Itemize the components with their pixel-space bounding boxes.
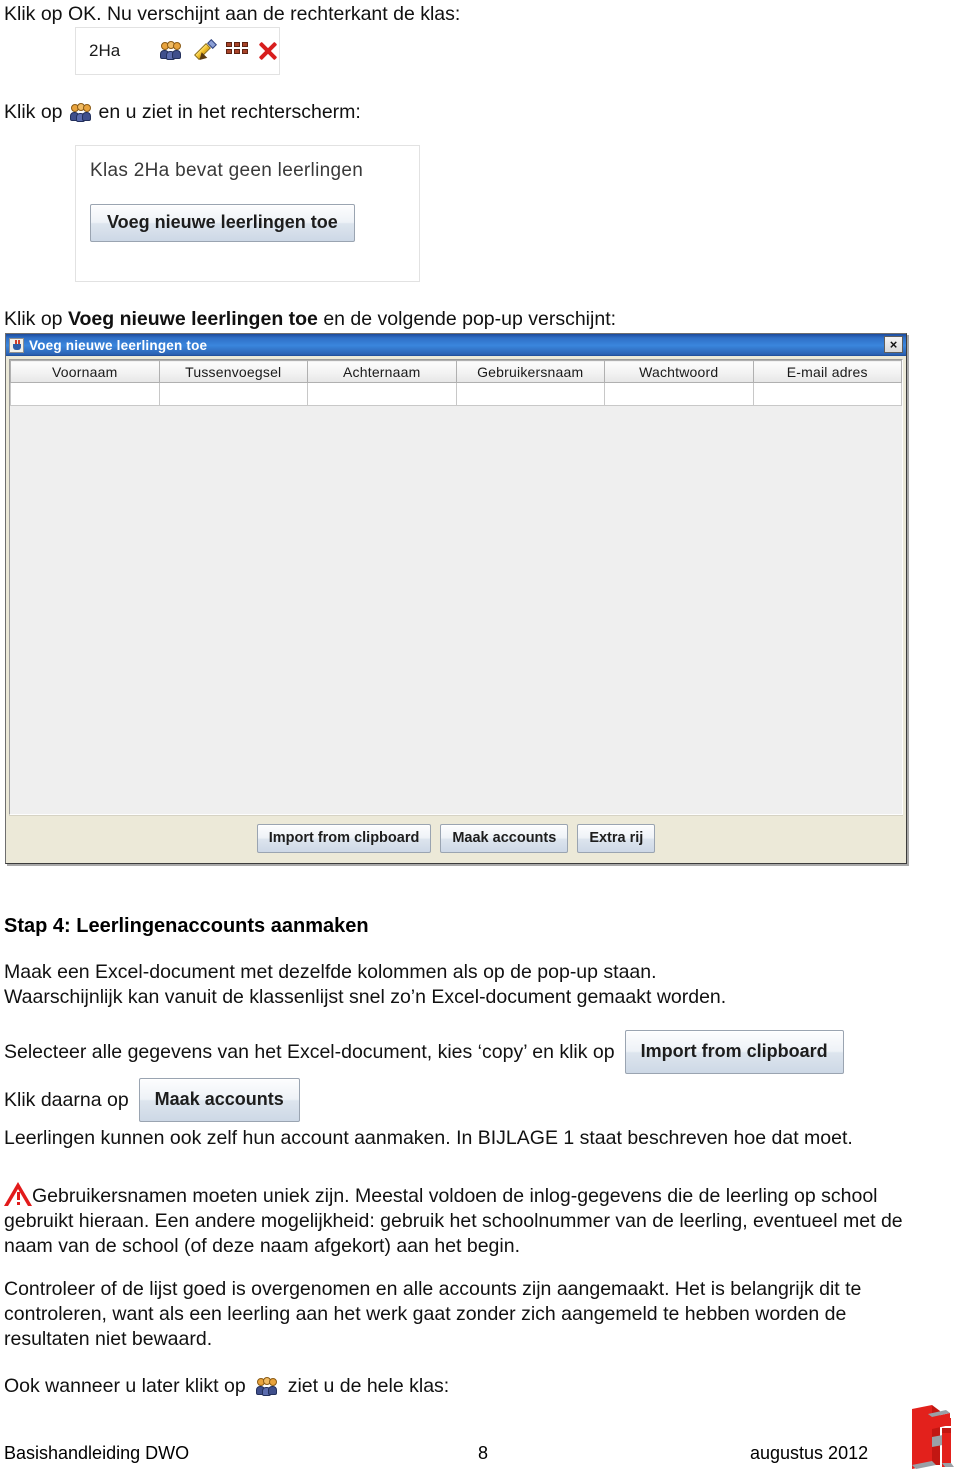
pencil-icon[interactable] [193, 39, 218, 63]
popup-title: Voeg nieuwe leerlingen toe [29, 337, 208, 353]
extra-rij-button[interactable]: Extra rij [577, 823, 656, 853]
step4-warning-block: Gebruikersnamen moeten uniek zijn. Meest… [4, 1182, 904, 1259]
fi-logo [912, 1405, 954, 1469]
import-from-clipboard-button[interactable]: Import from clipboard [256, 823, 432, 853]
step4-later-prefix: Ook wanneer u later klikt op [4, 1375, 246, 1397]
table-cell[interactable] [10, 382, 160, 406]
table-cell[interactable] [455, 382, 605, 406]
group-icon [255, 1376, 278, 1397]
column-header[interactable]: Wachtwoord [604, 360, 754, 383]
maak-accounts-button[interactable]: Maak accounts [138, 1078, 300, 1122]
klik-op-suffix: en u ziet in het rechterscherm: [98, 101, 361, 123]
close-icon[interactable]: × [884, 336, 903, 353]
step4-warning-text: Gebruikersnamen moeten uniek zijn. Meest… [4, 1185, 903, 1257]
intro-paragraph: Klik op OK. Nu verschijnt aan de rechter… [4, 3, 461, 25]
step4-select-text: Selecteer alle gegevens van het Excel-do… [4, 1040, 615, 1063]
step4-later-suffix: ziet u de hele klas: [287, 1375, 450, 1397]
popup-caption-suffix: en de volgende pop-up verschijnt: [323, 308, 617, 330]
popup-caption: Klik op Voeg nieuwe leerlingen toe en de… [4, 307, 616, 332]
popup-button-bar: Import from clipboard Maak accounts Extr… [9, 815, 903, 860]
step4-intro-line-1: Maak een Excel-document met dezelfde kol… [4, 961, 657, 983]
java-coffee-cup-icon [9, 337, 24, 353]
table-header-row: Voornaam Tussenvoegsel Achternaam Gebrui… [10, 360, 902, 383]
footer-right-text: augustus 2012 [750, 1443, 869, 1463]
group-icon[interactable] [160, 41, 182, 61]
step4-intro-line-2: Waarschijnlijk kan vanuit de klassenlijs… [4, 986, 727, 1008]
document-page: Klik op OK. Nu verschijnt aan de rechter… [0, 0, 960, 1476]
maak-accounts-button[interactable]: Maak accounts [440, 823, 569, 853]
class-row-strip: 2Ha [75, 27, 280, 75]
voeg-nieuwe-leerlingen-popup: Voeg nieuwe leerlingen toe × Voornaam Tu… [5, 333, 907, 864]
step4-intro-paragraph: Maak een Excel-document met dezelfde kol… [4, 960, 934, 1010]
table-empty-area [10, 406, 902, 814]
step4-later-line: Ook wanneer u later klikt op ziet u de h… [4, 1374, 449, 1399]
popup-caption-bold: Voeg nieuwe leerlingen toe [67, 308, 318, 330]
empty-class-message: Klas 2Ha bevat geen leerlingen [90, 160, 364, 181]
column-header[interactable]: Voornaam [10, 360, 160, 383]
table-cell[interactable] [158, 382, 308, 406]
import-from-clipboard-button[interactable]: Import from clipboard [624, 1030, 844, 1074]
footer-page-number: 8 [478, 1443, 489, 1463]
students-table: Voornaam Tussenvoegsel Achternaam Gebrui… [10, 360, 902, 406]
step4-then-text: Klik daarna op [4, 1088, 129, 1111]
class-name-label: 2Ha [89, 41, 121, 60]
klik-op-group-line: Klik op en u ziet in het rechterscherm: [4, 100, 361, 125]
step4-check-text: Controleer of de lijst goed is overgenom… [4, 1278, 862, 1350]
voeg-nieuwe-leerlingen-toe-button[interactable]: Voeg nieuwe leerlingen toe [90, 204, 355, 242]
column-header[interactable]: Tussenvoegsel [158, 360, 308, 383]
klik-op-prefix: Klik op [4, 101, 63, 123]
bricks-icon[interactable] [225, 42, 248, 60]
popup-caption-prefix: Klik op [4, 308, 63, 330]
group-icon [69, 102, 92, 123]
students-table-area: Voornaam Tussenvoegsel Achternaam Gebrui… [9, 359, 903, 815]
table-row [10, 382, 902, 406]
delete-x-icon[interactable] [257, 40, 279, 62]
warning-triangle-icon [4, 1182, 32, 1207]
column-header[interactable]: Gebruikersnaam [455, 360, 605, 383]
popup-titlebar: Voeg nieuwe leerlingen toe × [6, 334, 906, 356]
step4-self-account-line: Leerlingen kunnen ook zelf hun account a… [4, 1127, 853, 1149]
empty-class-panel: Klas 2Ha bevat geen leerlingen Voeg nieu… [75, 145, 420, 282]
step4-then-line: Klik daarna op Maak accounts [4, 1078, 300, 1122]
step4-heading: Stap 4: Leerlingenaccounts aanmaken [4, 915, 369, 937]
column-header[interactable]: E-mail adres [752, 360, 902, 383]
table-cell[interactable] [307, 382, 457, 406]
table-cell[interactable] [752, 382, 902, 406]
column-header[interactable]: Achternaam [307, 360, 457, 383]
footer-left-text: Basishandleiding DWO [4, 1443, 190, 1463]
table-cell[interactable] [604, 382, 754, 406]
popup-body: Voornaam Tussenvoegsel Achternaam Gebrui… [6, 356, 906, 863]
step4-select-line: Selecteer alle gegevens van het Excel-do… [4, 1030, 844, 1074]
